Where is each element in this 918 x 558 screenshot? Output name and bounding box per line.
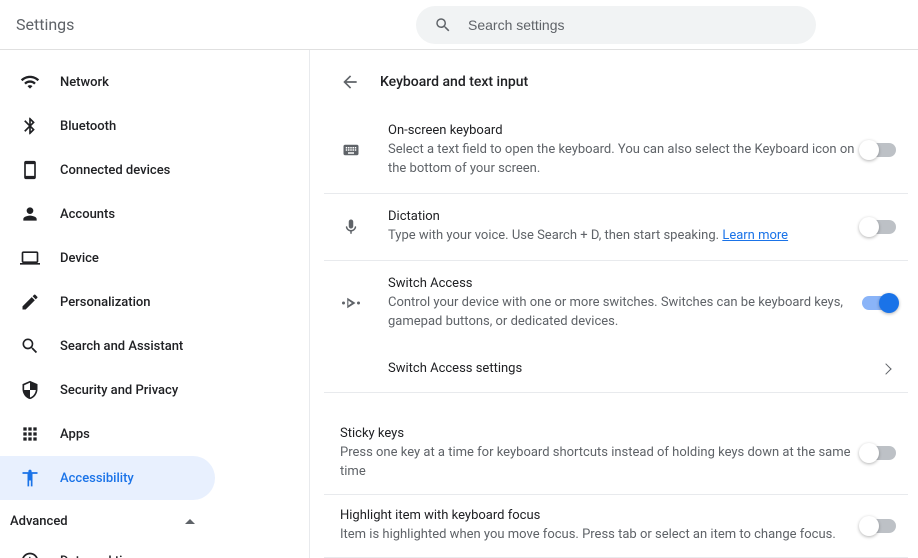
- row-highlight-keyboard-focus: Highlight item with keyboard focus Item …: [324, 495, 908, 558]
- mic-icon: [340, 218, 362, 236]
- edit-icon: [20, 292, 40, 312]
- laptop-icon: [20, 248, 40, 268]
- row-subtitle: Press one key at a time for keyboard sho…: [340, 444, 862, 482]
- bluetooth-icon: [20, 116, 40, 136]
- sidebar-item-label: Accessibility: [60, 471, 134, 486]
- row-on-screen-keyboard: On-screen keyboard Select a text field t…: [324, 108, 908, 194]
- toggle-highlight-keyboard-focus[interactable]: [862, 519, 896, 533]
- sidebar-item-label: Personalization: [60, 295, 151, 310]
- row-switch-access-settings[interactable]: Switch Access settings: [324, 346, 908, 393]
- row-title: Switch Access: [388, 275, 862, 293]
- row-subtitle: Type with your voice. Use Search + D, th…: [388, 227, 862, 246]
- sidebar-item-device[interactable]: Device: [0, 236, 215, 280]
- main-panel: Keyboard and text input On-screen keyboa…: [310, 50, 918, 558]
- sidebar-item-accounts[interactable]: Accounts: [0, 192, 215, 236]
- sidebar-item-apps[interactable]: Apps: [0, 412, 215, 456]
- sidebar-item-label: Connected devices: [60, 163, 170, 178]
- accessibility-icon: [20, 468, 40, 488]
- sidebar-item-bluetooth[interactable]: Bluetooth: [0, 104, 215, 148]
- sidebar-item-label: Accounts: [60, 207, 115, 222]
- row-title: Switch Access settings: [388, 360, 882, 378]
- sidebar-item-accessibility[interactable]: Accessibility: [0, 456, 215, 500]
- row-subtitle: Control your device with one or more swi…: [388, 294, 862, 332]
- search-icon: [20, 336, 40, 356]
- app-header: Settings: [0, 0, 918, 50]
- toggle-sticky-keys[interactable]: [862, 446, 896, 460]
- toggle-on-screen-keyboard[interactable]: [862, 143, 896, 157]
- search-box[interactable]: [416, 6, 816, 44]
- shield-icon: [20, 380, 40, 400]
- sidebar-item-personalization[interactable]: Personalization: [0, 280, 215, 324]
- keyboard-icon: [340, 141, 362, 159]
- row-title: Highlight item with keyboard focus: [340, 507, 862, 525]
- page-title: Keyboard and text input: [380, 74, 528, 90]
- sidebar-advanced-toggle[interactable]: Advanced: [0, 500, 215, 539]
- person-icon: [20, 204, 40, 224]
- chevron-right-icon: [880, 363, 891, 374]
- phone-icon: [20, 160, 40, 180]
- sidebar-item-label: Search and Assistant: [60, 339, 183, 354]
- sidebar-item-connected-devices[interactable]: Connected devices: [0, 148, 215, 192]
- sidebar-item-label: Apps: [60, 427, 90, 442]
- learn-more-link[interactable]: Learn more: [722, 228, 788, 243]
- row-subtitle: Item is highlighted when you move focus.…: [340, 526, 862, 545]
- sidebar-item-label: Bluetooth: [60, 119, 116, 134]
- row-title: Sticky keys: [340, 425, 862, 443]
- search-input[interactable]: [468, 17, 798, 33]
- page-header: Keyboard and text input: [310, 50, 918, 108]
- wifi-icon: [20, 72, 40, 92]
- sidebar: Network Bluetooth Connected devices Acco…: [0, 50, 310, 558]
- search-icon: [434, 16, 452, 34]
- sidebar-item-label: Security and Privacy: [60, 383, 178, 398]
- row-switch-access: Switch Access Control your device with o…: [324, 261, 908, 346]
- sidebar-item-label: Network: [60, 75, 109, 90]
- advanced-label: Advanced: [10, 514, 68, 529]
- row-subtitle: Select a text field to open the keyboard…: [388, 141, 862, 179]
- sidebar-item-search-assistant[interactable]: Search and Assistant: [0, 324, 215, 368]
- toggle-switch-access[interactable]: [862, 296, 896, 310]
- row-title: On-screen keyboard: [388, 122, 862, 140]
- row-title: Dictation: [388, 208, 862, 226]
- chevron-up-icon: [185, 519, 195, 524]
- sidebar-item-date-time[interactable]: Date and time: [0, 539, 215, 558]
- back-arrow-icon[interactable]: [340, 72, 360, 92]
- row-sticky-keys: Sticky keys Press one key at a time for …: [324, 413, 908, 495]
- sidebar-item-label: Device: [60, 251, 99, 266]
- sidebar-item-security-privacy[interactable]: Security and Privacy: [0, 368, 215, 412]
- clock-icon: [20, 551, 40, 558]
- app-title: Settings: [16, 15, 416, 34]
- switch-access-icon: [340, 294, 362, 312]
- row-dictation: Dictation Type with your voice. Use Sear…: [324, 194, 908, 261]
- sidebar-item-network[interactable]: Network: [0, 60, 215, 104]
- toggle-dictation[interactable]: [862, 220, 896, 234]
- apps-icon: [20, 424, 40, 444]
- sidebar-item-label: Date and time: [60, 554, 141, 558]
